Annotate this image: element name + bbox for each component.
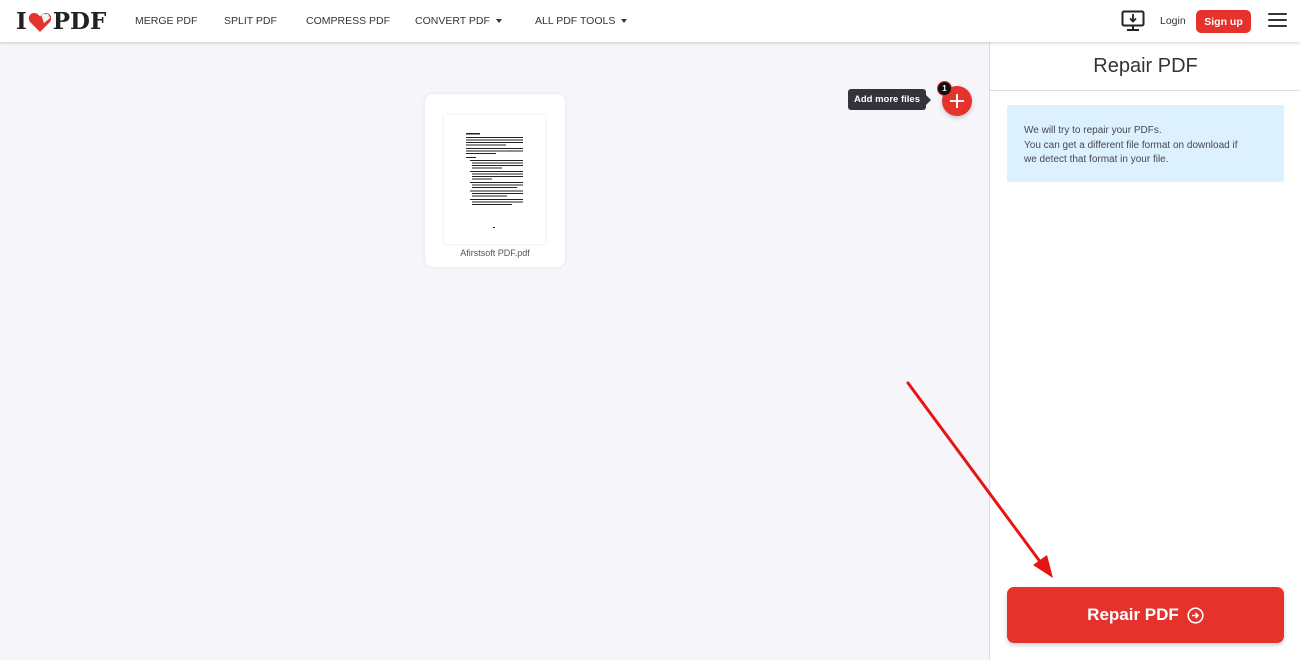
nav-merge-pdf[interactable]: MERGE PDF <box>135 0 197 42</box>
options-sidebar: Repair PDF We will try to repair your PD… <box>989 42 1300 660</box>
desktop-download-icon[interactable] <box>1121 10 1145 32</box>
ilovepdf-logo[interactable]: I PDF <box>16 8 106 35</box>
nav-label: CONVERT PDF <box>415 15 490 27</box>
hamburger-menu-icon[interactable] <box>1268 13 1287 29</box>
repair-pdf-button-label: Repair PDF <box>1087 605 1179 624</box>
caret-down-icon <box>495 19 502 23</box>
info-line: We will try to repair your PDFs. <box>1024 125 1162 136</box>
document-text-preview-icon <box>466 133 523 228</box>
login-link[interactable]: Login <box>1160 15 1186 27</box>
nav-all-pdf-tools[interactable]: ALL PDF TOOLS <box>535 0 628 42</box>
top-navigation-bar: I PDF MERGE PDF SPLIT PDF COMPRESS PDF C… <box>0 0 1300 42</box>
nav-compress-pdf[interactable]: COMPRESS PDF <box>306 0 390 42</box>
nav-label: COMPRESS PDF <box>306 15 391 27</box>
file-count-badge: 1 <box>937 81 952 96</box>
logo-text-pdf: PDF <box>52 8 107 35</box>
nav-label: MERGE PDF <box>135 15 198 27</box>
arrow-right-circle-icon <box>1187 606 1204 624</box>
info-box: We will try to repair your PDFs. You can… <box>1007 105 1284 182</box>
add-more-files-tooltip: Add more files <box>848 89 931 110</box>
signup-button[interactable]: Sign up <box>1196 10 1251 33</box>
file-card[interactable]: Afirstsoft PDF.pdf <box>425 94 565 267</box>
logo-text-i: I <box>16 8 27 35</box>
info-line: we detect that format in your file. <box>1024 154 1169 165</box>
nav-label: SPLIT PDF <box>224 15 277 27</box>
pdf-page-thumbnail <box>444 115 545 244</box>
info-line: You can get a different file format on d… <box>1024 139 1238 151</box>
heart-icon <box>28 12 51 32</box>
nav-convert-pdf[interactable]: CONVERT PDF <box>415 0 502 42</box>
caret-down-icon <box>621 19 628 23</box>
sidebar-title: Repair PDF <box>990 42 1300 91</box>
nav-split-pdf[interactable]: SPLIT PDF <box>224 0 277 42</box>
file-workspace: Afirstsoft PDF.pdf Add more files 1 <box>0 42 989 660</box>
file-name: Afirstsoft PDF.pdf <box>460 248 530 258</box>
nav-label: ALL PDF TOOLS <box>535 15 616 27</box>
repair-pdf-button[interactable]: Repair PDF <box>1007 587 1284 643</box>
